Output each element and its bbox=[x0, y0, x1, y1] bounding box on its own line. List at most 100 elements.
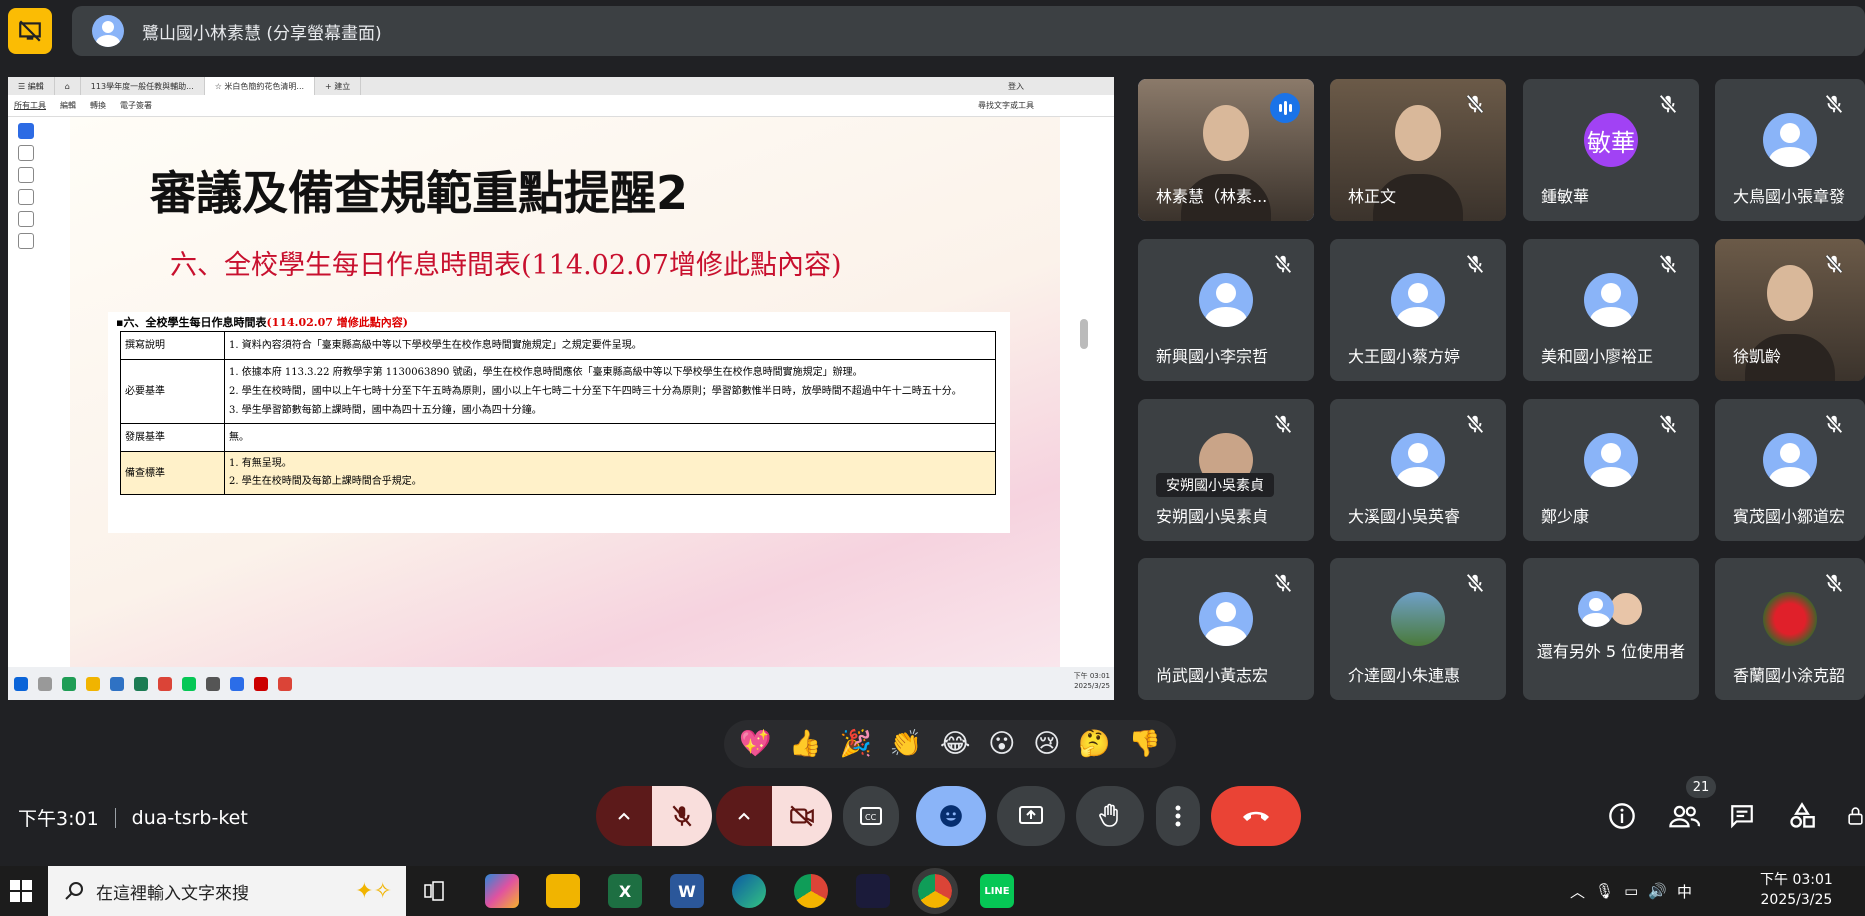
captions-button[interactable]: CC bbox=[843, 786, 899, 846]
shared-tab: ⌂ bbox=[55, 77, 81, 95]
participant-tile[interactable]: 安朔國小吳素貞 安朔國小吳素貞 bbox=[1138, 399, 1314, 541]
reaction-thumbs-up[interactable]: 👍 bbox=[789, 729, 821, 759]
activities-button[interactable] bbox=[1786, 800, 1818, 832]
slide-subtitle: 六、全校學生每日作息時間表(114.02.07增修此點內容) bbox=[170, 250, 842, 281]
presenter-bar: 鷺山國小林素慧 (分享螢幕畫面) bbox=[72, 6, 1865, 56]
word-icon[interactable]: W bbox=[670, 874, 704, 908]
participant-tile[interactable]: 賓茂國小鄒道宏 bbox=[1715, 399, 1865, 541]
participant-tile[interactable]: 徐凱齡 bbox=[1715, 239, 1865, 381]
participant-name: 尚武國小黃志宏 bbox=[1156, 666, 1269, 685]
microphone-icon[interactable]: 🎙 bbox=[1595, 882, 1614, 900]
shared-login: 登入 bbox=[1008, 81, 1024, 91]
end-call-button[interactable] bbox=[1211, 786, 1301, 846]
file-explorer-icon[interactable] bbox=[546, 874, 580, 908]
people-button[interactable] bbox=[1666, 800, 1702, 832]
reaction-laugh[interactable]: 😂 bbox=[940, 729, 970, 759]
reaction-party[interactable]: 🎉 bbox=[839, 729, 871, 759]
participant-tile[interactable]: 林正文 bbox=[1330, 79, 1506, 221]
camera-toggle-button[interactable] bbox=[772, 786, 832, 846]
reaction-sad[interactable]: 😢 bbox=[1033, 729, 1060, 759]
taskbar-search-box[interactable]: 在這裡輸入文字來搜 ✦✧ bbox=[48, 866, 406, 916]
shared-find-tool: 尋找文字或工具 bbox=[978, 101, 1034, 110]
more-options-button[interactable] bbox=[1156, 786, 1200, 846]
shared-browser-tabs: ☰ 編輯 ⌂ 113學年度一般任教與輔助... ☆ 米白色簡約花色清明... +… bbox=[8, 77, 1114, 95]
participant-avatar bbox=[1763, 592, 1817, 647]
meeting-code: dua-tsrb-ket bbox=[131, 806, 248, 829]
participant-tile[interactable]: 介達國小朱連惠 bbox=[1330, 558, 1506, 700]
people-icon bbox=[1669, 805, 1701, 828]
chevron-up-icon bbox=[738, 812, 750, 820]
info-icon bbox=[1609, 803, 1635, 829]
participant-tile[interactable]: 新興國小李宗哲 bbox=[1138, 239, 1314, 381]
copilot-icon[interactable] bbox=[485, 874, 519, 908]
speaker-icon[interactable]: 🔊 bbox=[1648, 882, 1667, 900]
participant-tile[interactable]: 林素慧（林素... bbox=[1138, 79, 1314, 221]
end-call-icon bbox=[1243, 811, 1269, 821]
more-vert-icon bbox=[1175, 805, 1181, 827]
participant-name: 香蘭國小涂克韶 bbox=[1733, 666, 1846, 685]
participant-tile[interactable]: 敏華 鍾敏華 bbox=[1523, 79, 1699, 221]
mic-off-icon bbox=[1657, 93, 1683, 119]
reaction-surprised[interactable]: 😮 bbox=[988, 729, 1015, 759]
task-view-icon[interactable] bbox=[423, 880, 445, 902]
excel-icon[interactable]: X bbox=[608, 874, 642, 908]
reaction-thumbs-down[interactable]: 👎 bbox=[1129, 729, 1161, 759]
participant-tile[interactable]: 大鳥國小張章發 bbox=[1715, 79, 1865, 221]
participant-name: 還有另外 5 位使用者 bbox=[1536, 642, 1686, 661]
taskbar-search-placeholder: 在這裡輸入文字來搜 bbox=[96, 883, 249, 904]
participant-name: 大鳥國小張章發 bbox=[1733, 187, 1846, 206]
taskbar-clock[interactable]: 下午 03:01 2025/3/25 bbox=[1760, 870, 1833, 910]
participant-avatar bbox=[1391, 273, 1445, 328]
participant-tile[interactable]: 美和國小廖裕正 bbox=[1523, 239, 1699, 381]
present-screen-button[interactable] bbox=[997, 786, 1065, 846]
copilot-sparkle-icon: ✦✧ bbox=[355, 878, 392, 904]
shared-taskbar: 下午 03:01 2025/3/25 bbox=[8, 667, 1114, 700]
participant-tile[interactable]: 鄭少康 bbox=[1523, 399, 1699, 541]
participant-name: 安朔國小吳素貞 bbox=[1156, 507, 1269, 526]
mic-off-icon bbox=[1464, 413, 1490, 439]
edge-icon[interactable] bbox=[732, 874, 766, 908]
slide-title: 審議及備查規範重點提醒2 bbox=[150, 166, 689, 220]
reaction-clap[interactable]: 👏 bbox=[890, 729, 922, 759]
video-app-icon[interactable] bbox=[856, 874, 890, 908]
line-icon[interactable]: LINE bbox=[980, 874, 1014, 908]
ime-indicator[interactable]: 中 bbox=[1677, 881, 1692, 902]
camera-options-button[interactable] bbox=[716, 786, 772, 846]
meeting-time: 下午3:01 bbox=[18, 808, 99, 830]
participant-name: 美和國小廖裕正 bbox=[1541, 347, 1654, 366]
reaction-heart[interactable]: 💖 bbox=[739, 729, 771, 759]
mic-off-icon bbox=[1823, 413, 1849, 439]
chat-button[interactable] bbox=[1726, 800, 1758, 832]
shared-tool: 轉換 bbox=[90, 101, 106, 110]
participant-tile[interactable]: 大溪國小吳英睿 bbox=[1330, 399, 1506, 541]
meeting-info-button[interactable] bbox=[1606, 800, 1638, 832]
present-icon bbox=[1019, 806, 1043, 824]
mic-off-icon bbox=[1272, 413, 1298, 439]
chrome-icon[interactable] bbox=[794, 874, 828, 908]
tray-chevron-up-icon[interactable]: ︿ bbox=[1570, 881, 1585, 902]
camera-off-icon bbox=[790, 805, 814, 827]
speaking-indicator-icon bbox=[1270, 93, 1300, 123]
reactions-button[interactable] bbox=[916, 786, 986, 846]
captions-icon: CC bbox=[860, 807, 882, 825]
mic-toggle-button[interactable] bbox=[652, 786, 712, 846]
reaction-thinking[interactable]: 🤔 bbox=[1078, 729, 1110, 759]
shared-tool: 編輯 bbox=[60, 101, 76, 110]
participant-tile[interactable]: 尚武國小黃志宏 bbox=[1138, 558, 1314, 700]
participant-tile[interactable]: 大王國小蔡方婷 bbox=[1330, 239, 1506, 381]
mic-control bbox=[596, 786, 712, 846]
participant-tile[interactable]: 還有另外 5 位使用者 bbox=[1523, 558, 1699, 700]
chrome-active-icon[interactable] bbox=[912, 868, 958, 914]
mic-off-icon bbox=[1272, 572, 1298, 598]
host-controls-button[interactable] bbox=[1846, 800, 1865, 832]
windows-start-icon[interactable] bbox=[10, 880, 32, 902]
camera-control bbox=[716, 786, 832, 846]
raise-hand-button[interactable] bbox=[1076, 786, 1144, 846]
shared-tab: + 建立 bbox=[315, 77, 362, 95]
svg-text:CC: CC bbox=[865, 813, 877, 822]
network-icon[interactable]: ▭ bbox=[1624, 882, 1638, 900]
mic-options-button[interactable] bbox=[596, 786, 652, 846]
participant-tile[interactable]: 香蘭國小涂克韶 bbox=[1715, 558, 1865, 700]
participant-avatar bbox=[1199, 592, 1253, 647]
presentation-icon[interactable] bbox=[8, 8, 52, 54]
